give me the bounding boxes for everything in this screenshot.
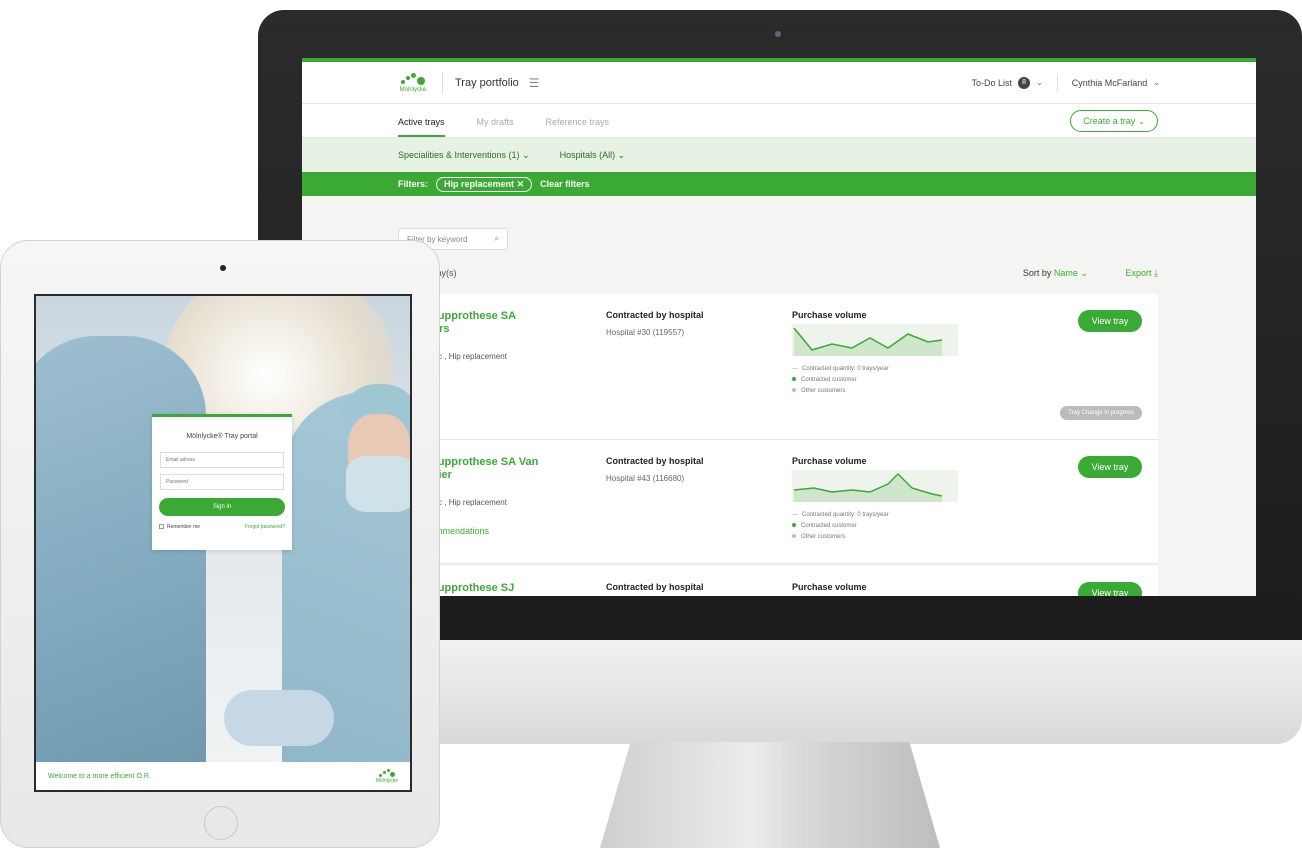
chevron-down-icon[interactable]: ⌄ [1036,78,1043,87]
chevron-down-icon: ⌄ [617,149,626,160]
todo-list-button[interactable]: To-Do List [972,78,1013,88]
close-icon[interactable]: ✕ [517,179,525,189]
logo-dots-icon [401,72,425,86]
divider [1056,74,1058,91]
tray-card: T Heupprothese SJ Contracted by hospital… [398,566,1158,596]
chevron-down-icon: ⌄ [1138,116,1145,126]
brand-logo[interactable]: Mölnlycke [396,72,430,93]
export-button[interactable]: Export ⤓ [1125,268,1158,279]
download-icon: ⤓ [1154,268,1158,278]
tablet-footer: Welcome to a more efficient O.R. Mölnlyc… [36,762,410,790]
tab-reference-trays[interactable]: Reference trays [546,117,610,137]
logo-wordmark: Mölnlycke [399,87,427,93]
specialities-dropdown[interactable]: Specialities & Interventions (1) ⌄ [398,150,530,161]
login-footer: Remember me Forgot password? [159,524,285,530]
sort-control[interactable]: Sort by Name ⌄ [1023,268,1088,279]
legend-item: Other customers [792,532,889,543]
contract-header: Contracted by hospital [606,456,704,466]
purchase-volume-header: Purchase volume [792,456,867,466]
remember-me-checkbox[interactable]: Remember me [159,524,200,530]
surgeon-image [36,336,206,790]
hospitals-label: Hospitals (All) [559,149,616,160]
divider [442,71,443,94]
todo-count-badge: 8 [1018,76,1031,89]
legend-item: Contracted customer [792,521,889,532]
contract-header: Contracted by hospital [606,582,704,592]
tab-my-drafts[interactable]: My drafts [477,117,514,137]
specialities-label: Specialities & Interventions (1) [398,149,520,160]
filter-chip-label: Hip replacement [444,178,515,189]
search-icon[interactable]: ⌕ [495,234,499,244]
tablet-home-button[interactable] [204,806,238,840]
checkbox-icon[interactable] [159,524,164,530]
monitor-stand [600,742,940,848]
page-title: Tray portfolio [455,76,519,89]
chevron-down-icon[interactable]: ⌄ [1153,78,1160,87]
sort-value[interactable]: Name [1054,268,1078,278]
view-tray-button[interactable]: View tray [1078,310,1142,332]
active-filters-bar: Filters: Hip replacement ✕ Clear filters [302,172,1256,196]
filter-chip[interactable]: Hip replacement ✕ [436,176,533,192]
status-badge: Tray Change in progress [1060,406,1142,420]
filters-label: Filters: [398,179,429,189]
chevron-down-icon[interactable]: ⌄ [1080,268,1088,278]
purchase-volume-header: Purchase volume [792,310,867,320]
monitor-camera [775,31,781,37]
remember-me-label: Remember me [167,524,201,530]
tray-card: T Heupprothese SA Van mortier 240-03 opa… [398,440,1158,564]
sort-label: Sort by [1022,268,1052,278]
desktop-screen: Mölnlycke Tray portfolio ☰ To-Do List 8 … [302,58,1256,596]
tab-bar: Active trays My drafts Reference trays C… [302,104,1256,138]
chart-legend: — Contracted quantity: 0 trays/year Contr… [792,364,889,397]
legend-item: — Contracted quantity: 0 trays/year [792,366,889,372]
logo-wordmark: Mölnlycke [375,777,398,784]
login-panel: Mölnlycke® Tray portal Sign in Remember … [152,414,292,550]
contract-header: Contracted by hospital [606,310,704,320]
legend-item: Contracted customer [792,375,889,386]
tray-card: T Heupprothese SA segers 240-03 opaedic … [398,294,1158,440]
hospital-value: Hospital #43 (116680) [606,474,685,483]
create-tray-label: Create a tray [1083,116,1136,126]
view-tray-button[interactable]: View tray [1078,582,1142,596]
brand-logo-small: Mölnlycke [375,768,398,784]
email-field[interactable] [160,452,284,468]
view-tray-button[interactable]: View tray [1078,456,1142,478]
purchase-volume-sparkline [792,470,958,502]
hospital-value: Hospital #30 (119557) [606,328,685,337]
glove-image [224,690,334,746]
hospitals-dropdown[interactable]: Hospitals (All) ⌄ [560,150,626,161]
forgot-password-link[interactable]: Forgot password? [245,524,285,530]
chart-legend: — Contracted quantity: 0 trays/year Contr… [792,510,889,543]
logo-dots-icon [378,768,395,778]
purchase-volume-sparkline [792,324,958,356]
sign-in-button[interactable]: Sign in [159,498,285,516]
export-label: Export [1125,268,1152,278]
create-tray-button[interactable]: Create a tray ⌄ [1070,110,1158,132]
user-menu[interactable]: Cynthia McFarland [1072,78,1148,88]
legend-item: — Contracted quantity: 0 trays/year [792,512,889,518]
clear-filters-link[interactable]: Clear filters [540,179,590,189]
filter-bar: Specialities & Interventions (1) ⌄ Hospi… [302,138,1256,172]
legend-item: Other customers [792,386,889,397]
surgical-mask-image [346,456,410,512]
welcome-text: Welcome to a more efficient O.R. [48,772,151,780]
tab-active-trays[interactable]: Active trays [398,117,445,137]
password-field[interactable] [160,474,284,490]
purchase-volume-header: Purchase volume [792,582,867,592]
chevron-down-icon: ⌄ [522,149,530,160]
top-bar: Mölnlycke Tray portfolio ☰ To-Do List 8 … [302,62,1256,104]
portal-title: Mölnlycke® Tray portal [186,433,258,440]
header-right: To-Do List 8 ⌄ Cynthia McFarland ⌄ [972,74,1160,91]
tablet-camera [220,265,226,271]
menu-icon[interactable]: ☰ [529,76,540,90]
